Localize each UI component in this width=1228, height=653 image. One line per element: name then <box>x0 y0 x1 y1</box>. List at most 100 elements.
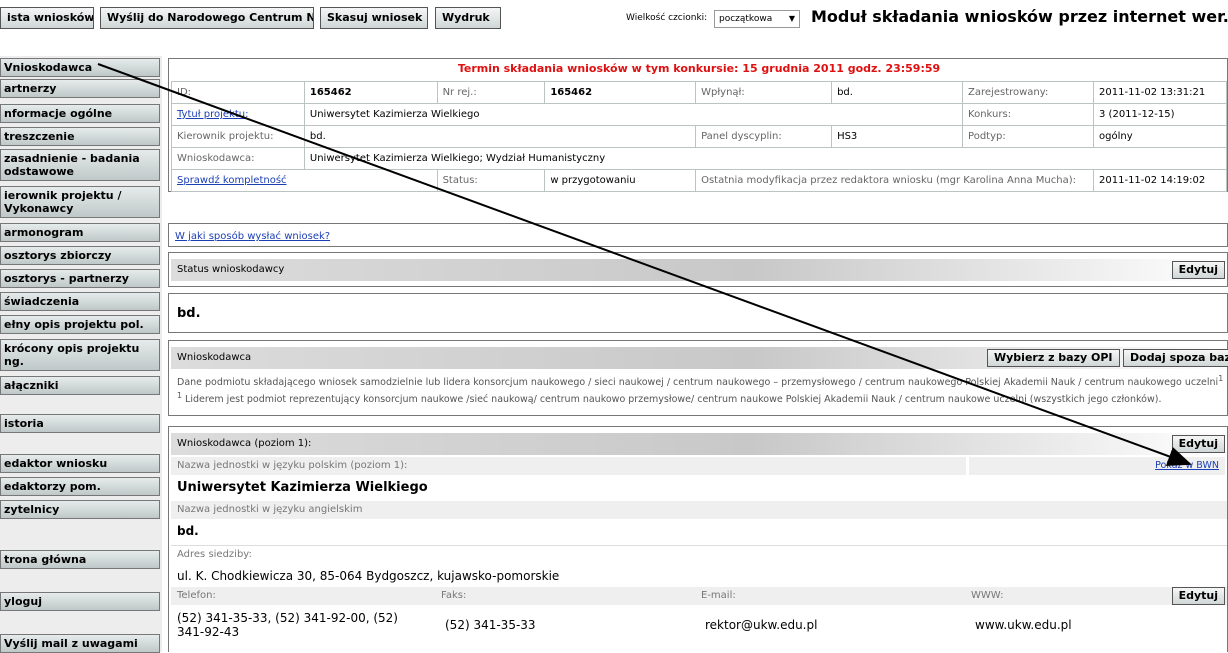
check-completeness-cell[interactable]: Sprawdź kompletność <box>171 169 438 192</box>
applicant-note-1: Dane podmiotu składającego wniosek samod… <box>177 374 1227 388</box>
font-size-select[interactable]: początkowa ▼ <box>714 10 800 28</box>
name-pl-label: Nazwa jednostki w języku polskim (poziom… <box>171 457 966 475</box>
applicant-status-value-panel: bd. <box>168 293 1228 333</box>
sidebar-item-readers[interactable]: zytelnicy <box>0 500 160 519</box>
applicant-note-1-text: Dane podmiotu składającego wniosek samod… <box>177 377 1219 389</box>
sidebar-item-home[interactable]: trona główna <box>0 550 160 569</box>
sidebar-item-project-leader[interactable]: ierownik projektu / Vykonawcy <box>0 186 160 218</box>
applicant-level1-panel: Wnioskodawca (poziom 1): Edytuj Nazwa je… <box>168 426 1228 652</box>
contact-label-row: Telefon: Faks: E-mail: WWW: <box>171 587 1227 605</box>
sidebar-item-budget-summary[interactable]: osztorys zbiorczy <box>0 246 160 265</box>
received-value: bd. <box>831 81 964 104</box>
sidebar-item-general-info[interactable]: nformacje ogólne <box>0 104 160 123</box>
sidebar: Vnioskodawca artnerzy nformacje ogólne t… <box>0 56 162 653</box>
applicant-level1-header: Wnioskodawca (poziom 1): <box>171 433 1227 455</box>
sidebar-item-send-mail[interactable]: Vyślij mail z uwagami <box>0 634 160 653</box>
project-title-value: Uniwersytet Kazimierza Wielkiego <box>303 103 964 126</box>
fax-value: (52) 341-35-33 <box>445 618 536 632</box>
subtype-label: Podtyp: <box>962 125 1095 148</box>
name-pl-value: Uniwersytet Kazimierza Wielkiego <box>177 480 428 495</box>
sidebar-item-applicant[interactable]: Vnioskodawca <box>0 58 160 77</box>
last-modified-label: Ostatnia modyfikacja przez redaktora wni… <box>695 169 1095 192</box>
sidebar-item-justification[interactable]: zasadnienie - badania odstawowe <box>0 149 160 181</box>
project-leader-label: Kierownik projektu: <box>171 125 305 148</box>
font-size-value: początkowa <box>719 14 773 24</box>
bwn-link-cell[interactable]: Pokaż w BWN <box>969 457 1225 475</box>
nrrej-label: Nr rej.: <box>436 81 546 104</box>
application-header-panel: Termin składania wniosków w tym konkursi… <box>168 58 1228 192</box>
address-label: Adres siedziby: <box>171 545 1227 563</box>
send-info-panel: W jaki sposób wysłać wniosek? <box>168 223 1228 247</box>
competition-value: 3 (2011-12-15) <box>1093 103 1227 126</box>
applicant-status-value: bd. <box>177 306 201 321</box>
fax-label: Faks: <box>441 590 467 601</box>
sidebar-item-partners[interactable]: artnerzy <box>0 79 160 98</box>
received-label: Wpłynął: <box>695 81 833 104</box>
footnote-marker: 1 <box>1218 374 1224 383</box>
application-list-button[interactable]: ista wniosków <box>0 7 94 29</box>
project-title-link-cell[interactable]: Tytuł projektu: <box>171 103 305 126</box>
applicant-status-panel: Status wnioskodawcy Edytuj <box>168 252 1228 287</box>
sidebar-item-logout[interactable]: yloguj <box>0 592 160 611</box>
top-toolbar: ista wniosków Wyślij do Narodowego Centr… <box>0 0 1228 40</box>
nrrej-value: 165462 <box>544 81 697 104</box>
email-value: rektor@ukw.edu.pl <box>705 618 818 632</box>
phone-value: (52) 341-35-33, (52) 341-92-00, (52) 341… <box>177 611 398 639</box>
table-row: Kierownik projektu: bd. Panel dyscyplin:… <box>171 125 1227 148</box>
id-value: 165462 <box>303 81 438 104</box>
how-to-send-link[interactable]: W jaki sposób wysłać wniosek? <box>175 231 330 242</box>
deadline-notice: Termin składania wniosków w tym konkursi… <box>457 62 941 75</box>
main-content: Termin składania wniosków w tym konkursi… <box>168 58 1228 652</box>
discipline-panel-label: Panel dyscyplin: <box>695 125 833 148</box>
project-leader-value: bd. <box>303 125 697 148</box>
competition-label: Konkurs: <box>962 103 1095 126</box>
edit-level1-button[interactable]: Edytuj <box>1171 435 1225 453</box>
delete-application-button[interactable]: Skasuj wniosek <box>320 7 428 29</box>
sidebar-item-budget-partners[interactable]: osztorys - partnerzy <box>0 269 160 288</box>
table-row: Wnioskodawca: Uniwersytet Kazimierza Wie… <box>171 147 1228 170</box>
table-row: ID: 165462 Nr rej.: 165462 Wpłynął: bd. … <box>171 81 1227 104</box>
module-title: Moduł składania wniosków przez internet … <box>811 7 1228 26</box>
edit-status-button[interactable]: Edytuj <box>1171 261 1225 279</box>
www-value: www.ukw.edu.pl <box>975 618 1072 632</box>
applicant-status-header: Status wnioskodawcy <box>171 259 1227 281</box>
check-completeness-link[interactable]: Sprawdź kompletność <box>177 175 287 186</box>
sidebar-item-declarations[interactable]: świadczenia <box>0 292 160 311</box>
sidebar-item-summary[interactable]: treszczenie <box>0 127 160 146</box>
project-title-link[interactable]: Tytuł projektu: <box>177 109 248 120</box>
registered-value: 2011-11-02 13:31:21 <box>1093 81 1227 104</box>
applicant-panel: Wnioskodawca Wybierz z bazy OPI Dodaj sp… <box>168 340 1228 416</box>
phone-label: Telefon: <box>177 590 216 601</box>
application-info-table: ID: 165462 Nr rej.: 165462 Wpłynął: bd. … <box>171 81 1228 192</box>
sidebar-item-assistant-editors[interactable]: edaktorzy pom. <box>0 477 160 496</box>
sidebar-item-full-description[interactable]: ełny opis projektu pol. <box>0 315 160 334</box>
name-en-value: bd. <box>177 524 199 538</box>
add-outside-database-button[interactable]: Dodaj spoza bazy <box>1123 349 1228 367</box>
www-label: WWW: <box>971 590 1004 601</box>
select-from-opi-button[interactable]: Wybierz z bazy OPI <box>987 349 1120 367</box>
status-label: Status: <box>436 169 546 192</box>
registered-label: Zarejestrowany: <box>962 81 1095 104</box>
sidebar-item-schedule[interactable]: armonogram <box>0 223 160 242</box>
send-to-ncn-button[interactable]: Wyślij do Narodowego Centrum Nauki <box>100 7 314 29</box>
show-in-bwn-link[interactable]: Pokaż w BWN <box>1155 460 1219 471</box>
status-value: w przygotowaniu <box>544 169 697 192</box>
last-modified-value: 2011-11-02 14:19:02 <box>1093 169 1227 192</box>
applicant-note-2-text: Liderem jest podmiot reprezentujący kons… <box>182 394 1162 406</box>
print-button[interactable]: Wydruk <box>435 7 501 29</box>
sidebar-item-history[interactable]: istoria <box>0 414 160 433</box>
sidebar-item-attachments[interactable]: ałączniki <box>0 376 160 395</box>
chevron-down-icon: ▼ <box>788 14 795 23</box>
sidebar-item-short-description[interactable]: krócony opis projektu ng. <box>0 339 160 371</box>
id-label: ID: <box>171 81 305 104</box>
font-size-label: Wielkość czcionki: <box>626 13 708 23</box>
email-label: E-mail: <box>701 590 736 601</box>
applicant-note-2: 1 Liderem jest podmiot reprezentujący ko… <box>177 391 1227 405</box>
subtype-value: ogólny <box>1093 125 1227 148</box>
discipline-panel-value: HS3 <box>831 125 964 148</box>
sidebar-item-editor[interactable]: edaktor wniosku <box>0 454 160 473</box>
edit-contact-button[interactable]: Edytuj <box>1171 587 1225 605</box>
applicant-label: Wnioskodawca: <box>171 147 305 170</box>
table-row: Sprawdź kompletność Status: w przygotowa… <box>171 169 1227 192</box>
name-en-label: Nazwa jednostki w języku angielskim <box>171 501 1227 519</box>
